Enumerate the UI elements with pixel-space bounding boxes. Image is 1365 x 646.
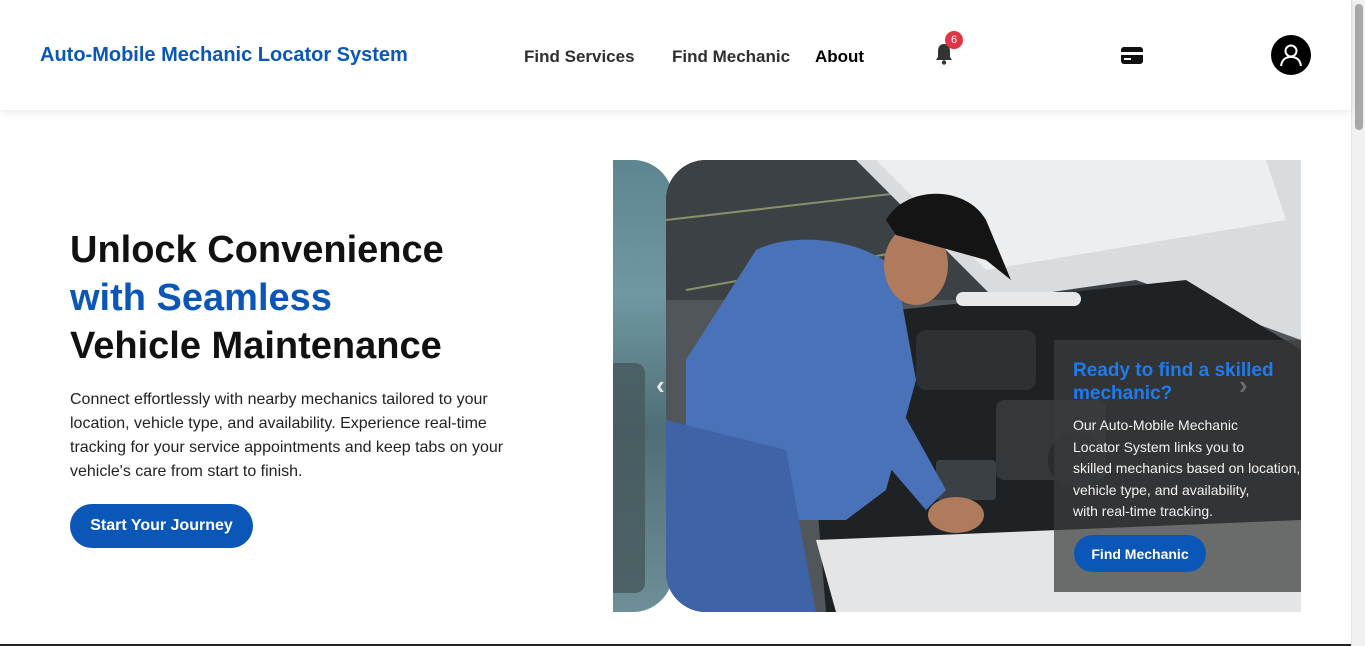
page-scrollbar[interactable] [1351, 0, 1365, 646]
credit-card-icon[interactable] [1120, 46, 1144, 65]
notification-count-badge: 6 [945, 31, 963, 49]
start-journey-button[interactable]: Start Your Journey [70, 504, 253, 548]
hero-description: Connect effortlessly with nearby mechani… [70, 391, 504, 480]
nav-find-services[interactable]: Find Services [524, 47, 635, 67]
hero-heading-line3: Vehicle Maintenance [70, 325, 442, 367]
previous-slide-panel [613, 363, 645, 593]
hero-heading-accent: with Seamless [70, 277, 332, 319]
top-navbar: Auto-Mobile Mechanic Locator System Find… [0, 0, 1351, 110]
brand-title[interactable]: Auto-Mobile Mechanic Locator System [40, 44, 408, 67]
hero-heading: Unlock Convenience with Seamless Vehicle… [70, 226, 590, 370]
scrollbar-thumb[interactable] [1355, 4, 1363, 130]
find-mechanic-button[interactable]: Find Mechanic [1074, 535, 1206, 572]
hero-carousel: ‹ › Ready to find a skilled mechanic? Ou… [613, 160, 1301, 612]
carousel-prev-icon[interactable]: ‹ [656, 370, 665, 401]
slide-caption-text: Our Auto-Mobile Mechanic Locator System … [1073, 417, 1301, 519]
hero-heading-line1: Unlock Convenience [70, 229, 444, 271]
nav-find-mechanic[interactable]: Find Mechanic [672, 47, 790, 67]
nav-about[interactable]: About [815, 47, 864, 67]
user-avatar-icon[interactable] [1271, 35, 1311, 75]
slide-caption-title: Ready to find a skilled mechanic? [1073, 360, 1274, 404]
